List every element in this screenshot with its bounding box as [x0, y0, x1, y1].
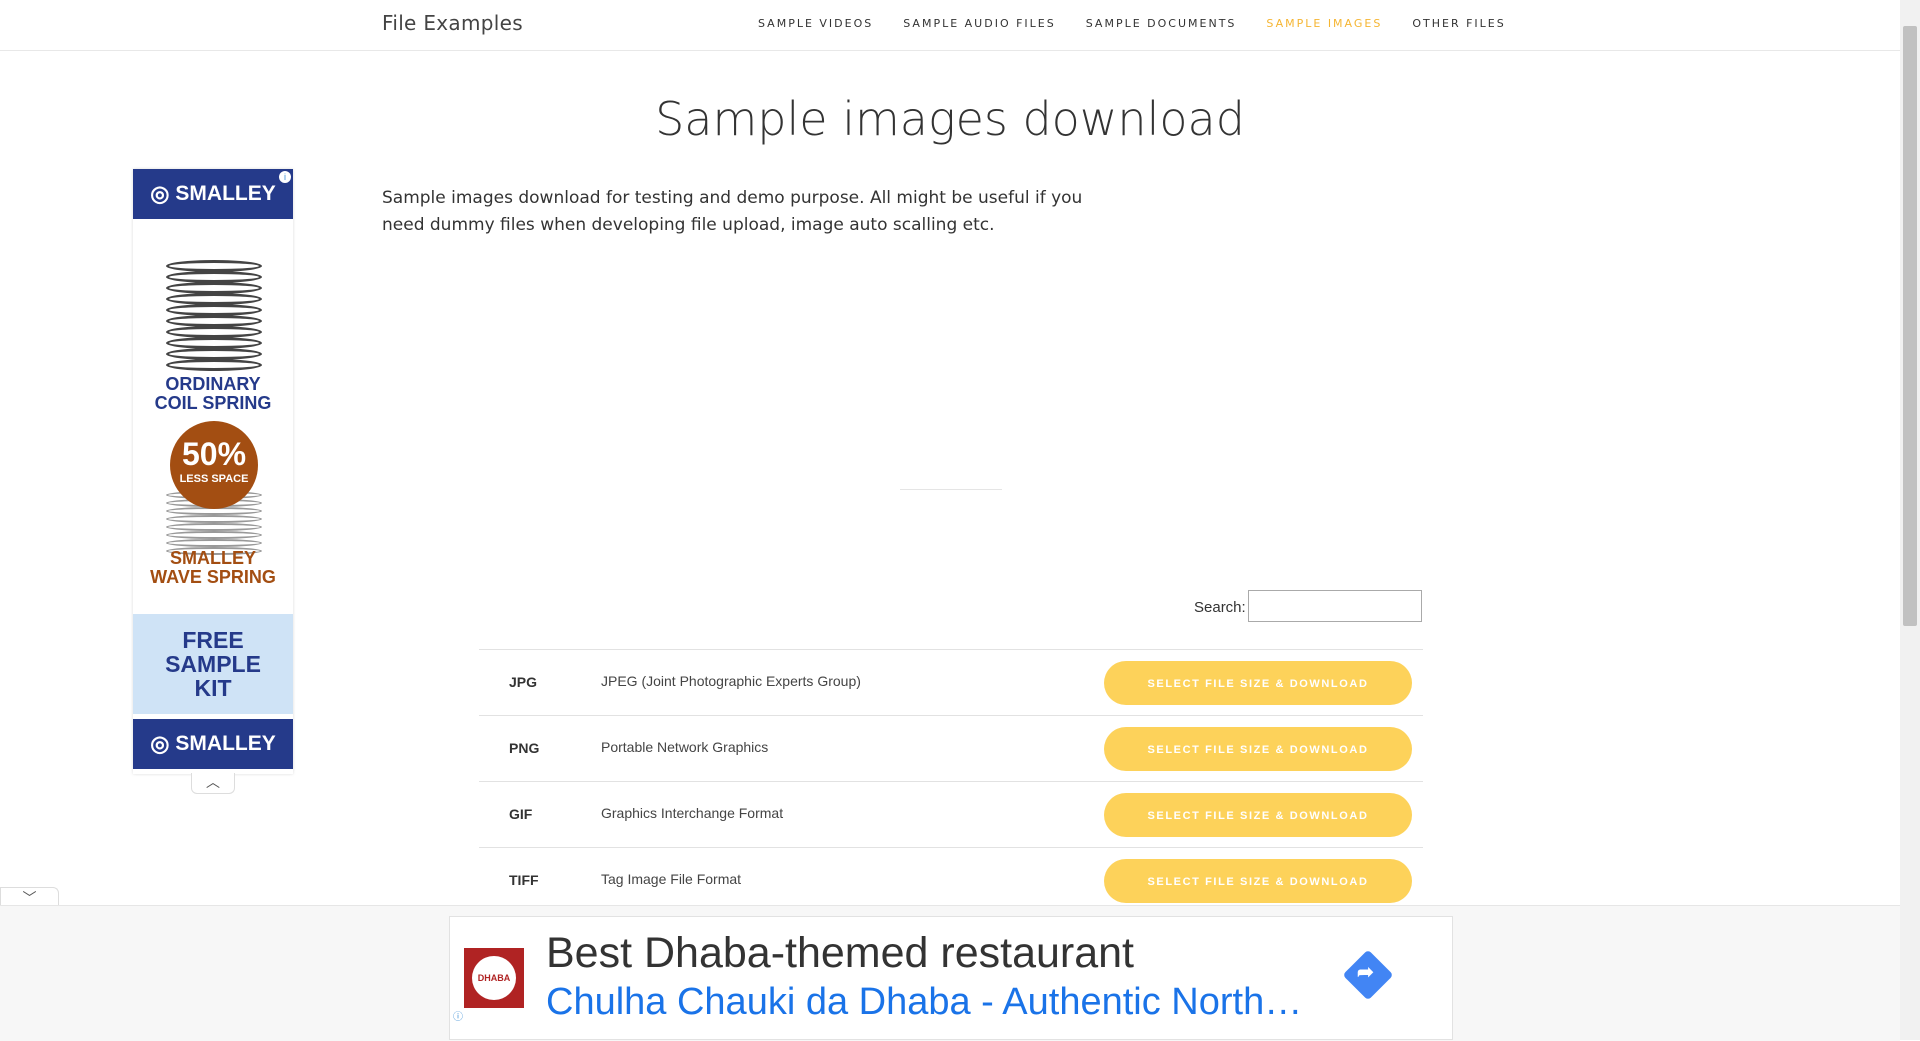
ad-coil-caption: ORDINARY COIL SPRING: [133, 375, 293, 413]
restaurant-logo-icon: DHABA: [464, 948, 524, 1008]
file-description: Graphics Interchange Format: [601, 805, 784, 821]
main-nav: SAMPLE VIDEOS SAMPLE AUDIO FILES SAMPLE …: [758, 17, 1536, 30]
file-extension: JPG: [509, 674, 538, 690]
search-input[interactable]: [1248, 590, 1422, 622]
ad-collapse-chevron-up-icon[interactable]: ︿: [191, 773, 235, 794]
table-row: TIFF Tag Image File Format SELECT FILE S…: [479, 847, 1423, 913]
ad-brand-bar-bottom: ◎ SMALLEY: [133, 719, 293, 769]
kit-line-3: KIT: [194, 675, 232, 701]
file-description: Tag Image File Format: [601, 871, 742, 887]
ad-brand-bar-top: ◎ SMALLEY: [133, 169, 293, 219]
kit-line-2: SAMPLE: [165, 651, 261, 677]
table-row: GIF Graphics Interchange Format SELECT F…: [479, 781, 1423, 847]
smalley-logo-icon: ◎: [150, 731, 170, 756]
nav-sample-images[interactable]: SAMPLE IMAGES: [1266, 17, 1382, 30]
table-row: PNG Portable Network Graphics SELECT FIL…: [479, 715, 1423, 781]
nav-other-files[interactable]: OTHER FILES: [1412, 17, 1505, 30]
nav-sample-audio-files[interactable]: SAMPLE AUDIO FILES: [903, 17, 1056, 30]
ad-line-coil-spring: COIL SPRING: [154, 393, 272, 413]
site-logo[interactable]: File Examples: [382, 11, 523, 35]
download-button-jpg[interactable]: SELECT FILE SIZE & DOWNLOAD: [1104, 661, 1412, 705]
nav-sample-videos[interactable]: SAMPLE VIDEOS: [758, 17, 873, 30]
ad-wave-caption: SMALLEY WAVE SPRING: [133, 549, 293, 587]
ad-line-smalley: SMALLEY: [169, 548, 256, 568]
section-divider: [900, 489, 1002, 490]
file-description: Portable Network Graphics: [601, 739, 769, 755]
file-description: JPEG (Joint Photographic Experts Group): [601, 673, 861, 689]
directions-arrow-icon[interactable]: ➦: [1342, 949, 1394, 1001]
smalley-logo-icon: ◎: [150, 181, 170, 206]
file-type-table: JPG JPEG (Joint Photographic Experts Gro…: [479, 649, 1423, 913]
ad-line-ordinary: ORDINARY: [165, 374, 261, 394]
page-title: Sample images download: [655, 92, 1245, 146]
badge-caption: LESS SPACE: [179, 473, 249, 485]
download-button-tiff[interactable]: SELECT FILE SIZE & DOWNLOAD: [1104, 859, 1412, 903]
badge-percent: 50%: [181, 436, 247, 472]
ad-free-sample-kit[interactable]: FREE SAMPLE KIT: [133, 614, 293, 714]
search-label: Search:: [1194, 599, 1246, 616]
file-extension: PNG: [509, 740, 540, 756]
table-row: JPG JPEG (Joint Photographic Experts Gro…: [479, 649, 1423, 715]
ad-brand-name-bottom: SMALLEY: [175, 732, 276, 755]
scrollbar-thumb[interactable]: [1903, 26, 1917, 626]
kit-line-1: FREE: [182, 627, 244, 653]
file-extension: TIFF: [509, 872, 539, 888]
page-intro: Sample images download for testing and d…: [382, 188, 1083, 235]
download-button-png[interactable]: SELECT FILE SIZE & DOWNLOAD: [1104, 727, 1412, 771]
coil-spring-image: [166, 260, 262, 371]
ad-brand-name: SMALLEY: [175, 182, 276, 205]
ad-discount-badge: 50% LESS SPACE: [170, 421, 258, 509]
ad-headline[interactable]: Best Dhaba-themed restaurant: [546, 929, 1134, 978]
side-advertisement[interactable]: ◎ SMALLEY i ORDINARY COIL SPRING 50% LES…: [133, 169, 293, 774]
ad-info-icon[interactable]: i: [279, 171, 291, 183]
ad-subline[interactable]: Chulha Chauki da Dhaba - Authentic North…: [546, 981, 1302, 1024]
ad-line-wave-spring: WAVE SPRING: [150, 567, 276, 587]
page-scrollbar[interactable]: [1900, 0, 1920, 1040]
site-header: File Examples SAMPLE VIDEOS SAMPLE AUDIO…: [0, 0, 1900, 51]
ad-info-icon[interactable]: ⓘ: [453, 1008, 463, 1023]
file-extension: GIF: [509, 806, 533, 822]
download-button-gif[interactable]: SELECT FILE SIZE & DOWNLOAD: [1104, 793, 1412, 837]
nav-sample-documents[interactable]: SAMPLE DOCUMENTS: [1086, 17, 1237, 30]
bottom-advertisement[interactable]: DHABA Best Dhaba-themed restaurant Chulh…: [449, 916, 1453, 1040]
